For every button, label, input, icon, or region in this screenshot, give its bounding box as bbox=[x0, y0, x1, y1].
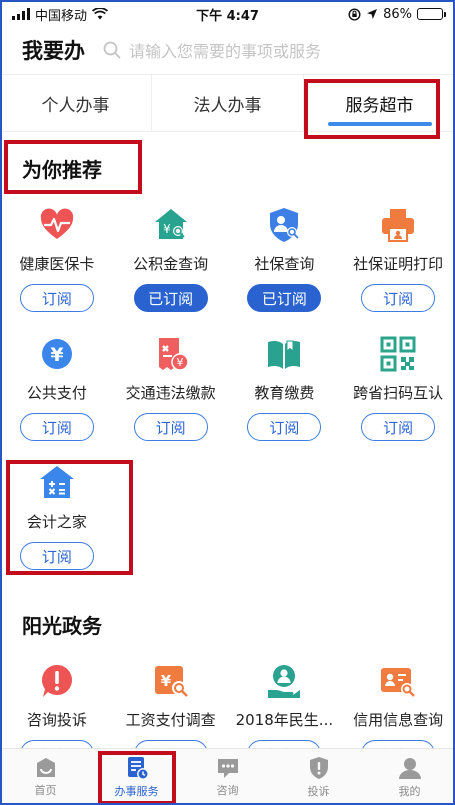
nav-profile[interactable]: 我的 bbox=[364, 749, 455, 805]
svg-text:¥: ¥ bbox=[176, 356, 183, 369]
battery-icon bbox=[417, 8, 446, 20]
service-fund-query[interactable]: ¥ 公积金查询 已订阅 bbox=[114, 206, 228, 312]
wage-search-icon: ¥ bbox=[152, 662, 190, 700]
nav-label: 办事服务 bbox=[114, 784, 159, 798]
nav-label: 我的 bbox=[398, 784, 421, 798]
section-title-sunshine: 阳光政务 bbox=[22, 614, 102, 638]
nav-consult[interactable]: 咨询 bbox=[182, 749, 273, 805]
service-education-payment[interactable]: 教育缴费 订阅 bbox=[228, 335, 342, 441]
carrier-label: 中国移动 bbox=[35, 8, 88, 24]
service-social-proof-print[interactable]: 社保证明打印 订阅 bbox=[341, 206, 455, 312]
exclamation-bubble-icon bbox=[38, 662, 76, 700]
recommend-row-1: 健康医保卡 订阅 ¥ 公积金查询 已订阅 社保查询 已订阅 社保证明打印 订阅 bbox=[0, 206, 455, 312]
signal-icon bbox=[12, 8, 30, 20]
printer-icon bbox=[379, 206, 417, 244]
nav-complaint[interactable]: 投诉 bbox=[273, 749, 364, 805]
person-hand-icon bbox=[265, 662, 303, 700]
heart-pulse-icon bbox=[38, 206, 76, 244]
subscribe-button[interactable]: 订阅 bbox=[361, 413, 436, 441]
subscribe-button[interactable]: 订阅 bbox=[19, 413, 94, 441]
tab-active-indicator bbox=[327, 122, 432, 126]
service-accounting-home[interactable]: 会计之家 订阅 bbox=[0, 464, 114, 570]
clock: 下午 4:47 bbox=[196, 8, 259, 24]
house-yuan-icon: ¥ bbox=[152, 206, 190, 244]
recommend-row-3: 会计之家 订阅 bbox=[0, 464, 455, 570]
tab-personal[interactable]: 个人办事 bbox=[0, 75, 151, 131]
orientation-lock-icon bbox=[348, 7, 361, 21]
ticket-yuan-icon: ¥ bbox=[152, 335, 190, 373]
book-icon bbox=[265, 335, 303, 373]
bottom-nav: 首页 办事服务 咨询 投诉 我的 bbox=[0, 748, 455, 805]
shield-alert-icon bbox=[309, 756, 328, 779]
subscribe-button[interactable]: 订阅 bbox=[19, 284, 94, 312]
service-cross-province-scan[interactable]: 跨省扫码互认 订阅 bbox=[341, 335, 455, 441]
nav-home[interactable]: 首页 bbox=[0, 749, 91, 805]
page-title: 我要办 bbox=[22, 39, 85, 63]
subscribe-button[interactable]: 订阅 bbox=[361, 284, 436, 312]
tab-service-market[interactable]: 服务超市 bbox=[303, 75, 455, 131]
chat-bubble-icon bbox=[217, 758, 238, 778]
subscribe-button[interactable]: 订阅 bbox=[247, 413, 322, 441]
service-public-payment[interactable]: ¥ 公共支付 订阅 bbox=[0, 335, 114, 441]
search-input[interactable]: 请输入您需要的事项或服务 bbox=[103, 38, 321, 62]
service-health-card[interactable]: 健康医保卡 订阅 bbox=[0, 206, 114, 312]
qr-code-icon bbox=[379, 335, 417, 373]
subscribe-button[interactable]: 订阅 bbox=[19, 542, 94, 570]
subscribed-button[interactable]: 已订阅 bbox=[133, 284, 208, 312]
yuan-coin-icon: ¥ bbox=[38, 335, 76, 373]
shield-user-search-icon bbox=[265, 206, 303, 244]
tab-corporate[interactable]: 法人办事 bbox=[151, 75, 303, 131]
service-traffic-fine-payment[interactable]: ¥ 交通违法缴款 订阅 bbox=[114, 335, 228, 441]
battery-percent: 86% bbox=[383, 6, 412, 22]
svg-text:¥: ¥ bbox=[163, 222, 171, 236]
id-card-search-icon bbox=[379, 662, 417, 700]
tab-bar: 个人办事 法人办事 服务超市 bbox=[0, 74, 455, 132]
home-icon bbox=[36, 757, 55, 777]
nav-services[interactable]: 办事服务 bbox=[91, 749, 182, 805]
header: 我要办 请输入您需要的事项或服务 bbox=[0, 30, 455, 70]
subscribe-button[interactable]: 订阅 bbox=[133, 413, 208, 441]
calculator-house-icon bbox=[38, 464, 76, 502]
svg-text:¥: ¥ bbox=[50, 344, 63, 366]
location-icon bbox=[367, 9, 378, 19]
search-icon bbox=[103, 41, 121, 59]
nav-label: 首页 bbox=[34, 783, 57, 797]
status-bar: 中国移动 下午 4:47 86% bbox=[0, 0, 455, 28]
document-clock-icon bbox=[127, 756, 149, 780]
recommend-row-2: ¥ 公共支付 订阅 ¥ 交通违法缴款 订阅 教育缴费 订阅 跨省扫码互认 订阅 bbox=[0, 335, 455, 441]
search-placeholder: 请输入您需要的事项或服务 bbox=[129, 42, 322, 61]
svg-text:¥: ¥ bbox=[160, 672, 171, 690]
subscribed-button[interactable]: 已订阅 bbox=[247, 284, 322, 312]
user-icon bbox=[398, 757, 421, 779]
wifi-icon bbox=[92, 8, 109, 20]
service-social-security-query[interactable]: 社保查询 已订阅 bbox=[228, 206, 342, 312]
section-title-recommend: 为你推荐 bbox=[22, 158, 102, 182]
nav-label: 投诉 bbox=[307, 784, 330, 798]
nav-label: 咨询 bbox=[216, 783, 239, 797]
